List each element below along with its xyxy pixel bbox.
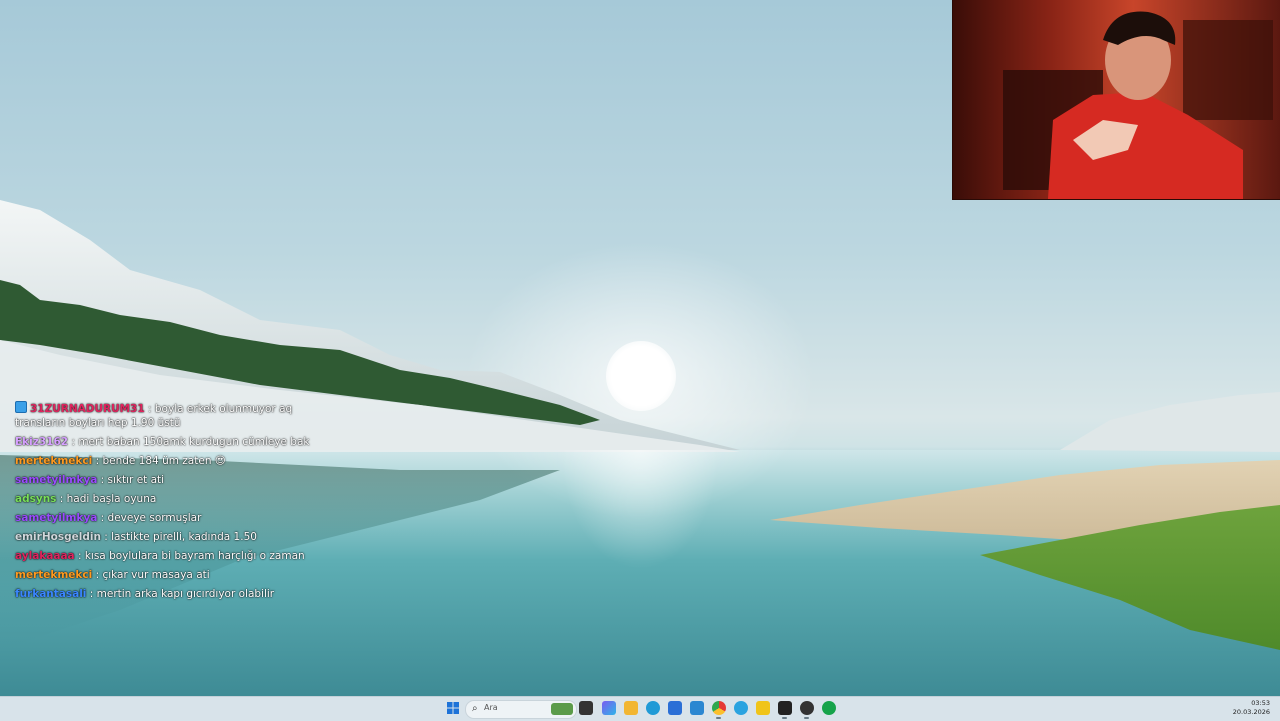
clock-date: 20.03.2026 (1232, 708, 1270, 716)
telegram-icon[interactable] (734, 701, 748, 715)
chat-message: mertekmekci : bende 184 üm zaten 😍 (15, 454, 335, 468)
chat-username: emirHosgeldin (15, 531, 101, 543)
chat-text: : bende 184 üm zaten 😍 (95, 455, 226, 467)
store-icon[interactable] (668, 701, 682, 715)
search-icon: ⌕ (472, 703, 478, 714)
chat-message: Ekiz3162 : mert baban 150amk kurdugun cü… (15, 435, 335, 449)
system-clock[interactable]: 03:53 20.03.2026 (1233, 699, 1270, 717)
subscriber-badge-icon (15, 401, 27, 413)
chat-message: furkantasali : mertin arka kapı gıcırdıy… (15, 587, 335, 601)
clock-time: 03:53 (1251, 699, 1270, 707)
discord-icon[interactable] (822, 701, 836, 715)
taskbar-search-input[interactable]: ⌕ Ara (465, 700, 577, 719)
chat-username: sametyilmkya (15, 474, 98, 486)
taskbar: ⌕ Ara 03:53 20.03.2026 (0, 696, 1280, 721)
chrome-active-indicator (716, 717, 721, 719)
chat-username: sametyilmkya (15, 512, 98, 524)
chat-username: Ekiz3162 (15, 436, 69, 448)
chat-message: aylakaaaa : kısa boylulara bi bayram har… (15, 549, 335, 563)
chat-username: mertekmekci (15, 569, 93, 581)
chat-text: : lastikte pirelli, kadında 1.50 (104, 531, 257, 543)
search-highlight-icon (551, 703, 573, 715)
sun-reflection (560, 450, 720, 570)
streamer-silhouette (1003, 11, 1273, 199)
vscode-icon[interactable] (690, 701, 704, 715)
sun (606, 341, 676, 411)
chrome-icon[interactable] (712, 701, 726, 715)
stream-chat-overlay: 31ZURNADURUM31 : boyla erkek olunmuyor a… (15, 401, 335, 606)
chat-text: : mert baban 150amk kurdugun cümleye bak (71, 436, 310, 448)
copilot-icon[interactable] (602, 701, 616, 715)
media-app-active-indicator (782, 717, 787, 719)
obs-icon[interactable] (800, 701, 814, 715)
search-placeholder: Ara (484, 703, 498, 712)
file-explorer-icon[interactable] (624, 701, 638, 715)
chat-text: : sıktır et ati (100, 474, 165, 486)
chat-username: furkantasali (15, 588, 87, 600)
obs-active-indicator (804, 717, 809, 719)
chat-username: adsyns (15, 493, 57, 505)
chat-message: 31ZURNADURUM31 : boyla erkek olunmuyor a… (15, 401, 335, 430)
chat-username: 31ZURNADURUM31 (30, 403, 145, 415)
chat-text: : kısa boylulara bi bayram harçlığı o za… (77, 550, 305, 562)
chat-message: sametyilmkya : sıktır et ati (15, 473, 335, 487)
chat-text: : çıkar vur masaya ati (95, 569, 210, 581)
notes-icon[interactable] (756, 701, 770, 715)
chat-text: : deveye sormuşlar (100, 512, 202, 524)
chat-text: : mertin arka kapı gıcırdıyor olabilir (89, 588, 275, 600)
edge-icon[interactable] (646, 701, 660, 715)
chat-message: sametyilmkya : deveye sormuşlar (15, 511, 335, 525)
webcam-overlay (952, 0, 1280, 200)
chat-message: emirHosgeldin : lastikte pirelli, kadınd… (15, 530, 335, 544)
chat-username: aylakaaaa (15, 550, 75, 562)
chat-username: mertekmekci (15, 455, 93, 467)
task-view-icon[interactable] (579, 701, 593, 715)
start-icon[interactable] (446, 701, 460, 715)
media-app-icon[interactable] (778, 701, 792, 715)
chat-message: adsyns : hadi başla oyuna (15, 492, 335, 506)
chat-text: : hadi başla oyuna (59, 493, 157, 505)
chat-message: mertekmekci : çıkar vur masaya ati (15, 568, 335, 582)
